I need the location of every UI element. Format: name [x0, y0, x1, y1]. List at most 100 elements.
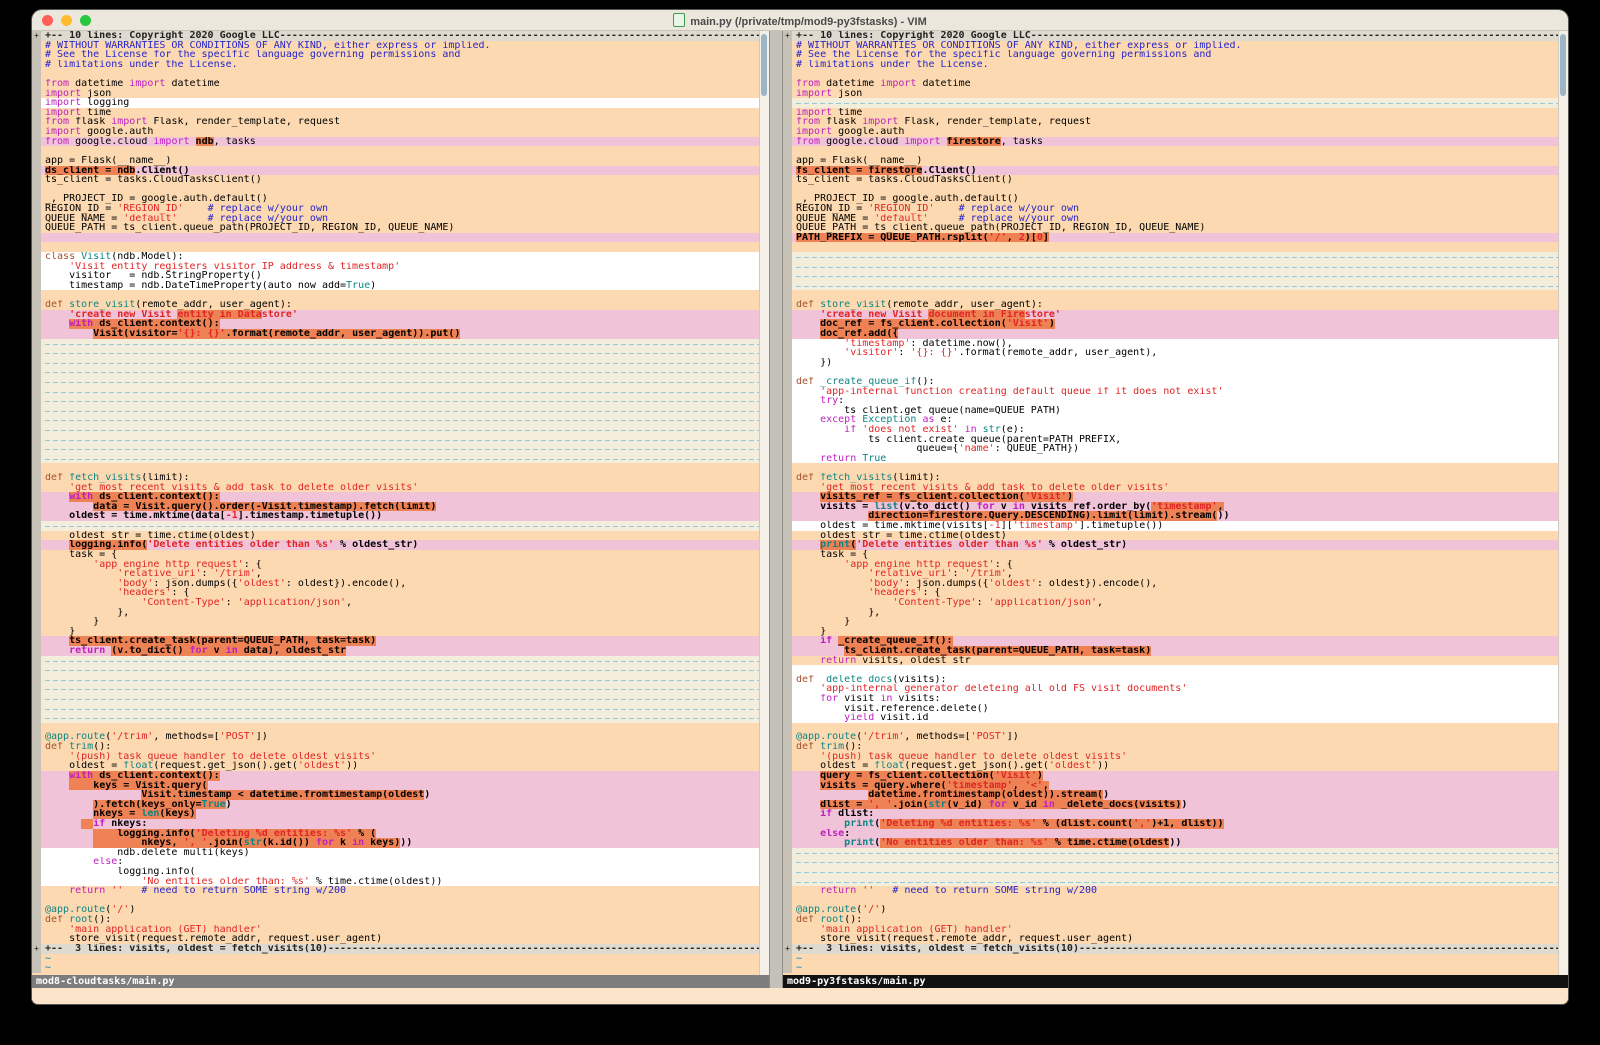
code-line[interactable]: '(push) task queue handler to delete old… [783, 752, 1558, 762]
code-line[interactable] [783, 848, 1558, 858]
code-line[interactable]: 'Content-Type': 'application/json', [783, 598, 1558, 608]
code-line[interactable] [783, 877, 1558, 887]
code-line[interactable]: QUEUE_PATH = ts_client.queue_path(PROJEC… [32, 223, 759, 233]
code-line[interactable]: if dlist: [783, 809, 1558, 819]
code-line[interactable]: def _create_queue_if(): [783, 377, 1558, 387]
code-line[interactable]: ~ [783, 963, 1558, 973]
code-line[interactable]: # See the License for the specific langu… [32, 50, 759, 60]
code-line[interactable]: with ds_client.context(): [32, 319, 759, 329]
code-line[interactable] [32, 723, 759, 733]
code-line[interactable]: 'app_engine_http_request': { [32, 560, 759, 570]
code-line[interactable]: datetime.fromtimestamp(oldest)).stream() [783, 790, 1558, 800]
code-line[interactable]: nkeys = len(keys) [32, 809, 759, 819]
code-line[interactable]: def store_visit(remote_addr, user_agent)… [783, 300, 1558, 310]
code-line[interactable]: class Visit(ndb.Model): [32, 252, 759, 262]
code-line[interactable] [32, 242, 759, 252]
code-line[interactable] [783, 98, 1558, 108]
code-line[interactable] [783, 896, 1558, 906]
code-line[interactable]: 'visitor': '{}: {}'.format(remote_addr, … [783, 348, 1558, 358]
code-line[interactable]: ts_client.get_queue(name=QUEUE_PATH) [783, 406, 1558, 416]
code-line[interactable]: import time [32, 108, 759, 118]
code-line[interactable]: @app.route('/') [783, 905, 1558, 915]
code-line[interactable]: keys = Visit.query( [32, 781, 759, 791]
code-line[interactable]: store_visit(request.remote_addr, request… [783, 934, 1558, 944]
code-line[interactable]: def root(): [32, 915, 759, 925]
code-line[interactable] [32, 713, 759, 723]
code-line[interactable]: QUEUE_PATH = ts_client.queue_path(PROJEC… [783, 223, 1558, 233]
code-line[interactable] [32, 377, 759, 387]
code-line[interactable]: # See the License for the specific langu… [783, 50, 1558, 60]
code-line[interactable]: return visits, oldest_str [783, 656, 1558, 666]
code-line[interactable] [32, 425, 759, 435]
code-line[interactable]: 'main application (GET) handler' [783, 925, 1558, 935]
code-line[interactable] [32, 233, 759, 243]
code-line[interactable]: import logging [32, 98, 759, 108]
code-line[interactable]: task = { [783, 550, 1558, 560]
code-line[interactable] [32, 896, 759, 906]
code-line[interactable]: 'body': json.dumps({'oldest': oldest}).e… [32, 579, 759, 589]
code-line[interactable]: with ds_client.context(): [32, 492, 759, 502]
code-line[interactable]: logging.info('Deleting %d entities: %s' … [32, 829, 759, 839]
code-line[interactable]: } [32, 627, 759, 637]
code-line[interactable]: print('Deleting %d entities: %s' % (dlis… [783, 819, 1558, 829]
code-line[interactable]: _, PROJECT_ID = google.auth.default() [32, 194, 759, 204]
code-line[interactable] [32, 454, 759, 464]
code-line[interactable]: def fetch_visits(limit): [32, 473, 759, 483]
code-line[interactable]: import google.auth [32, 127, 759, 137]
code-line[interactable]: ts_client.create_queue(parent=PATH_PREFI… [783, 435, 1558, 445]
code-line[interactable]: timestamp = ndb.DateTimeProperty(auto_no… [32, 281, 759, 291]
code-line[interactable]: QUEUE_NAME = 'default' # replace w/your … [32, 214, 759, 224]
code-line[interactable]: visits_ref = fs_client.collection('Visit… [783, 492, 1558, 502]
code-line[interactable]: } [783, 627, 1558, 637]
code-line[interactable]: queue={'name': QUEUE_PATH}) [783, 444, 1558, 454]
code-line[interactable] [783, 463, 1558, 473]
left-code-area[interactable]: ++-- 10 lines: Copyright 2020 Google LLC… [32, 31, 759, 975]
code-line[interactable]: }, [783, 608, 1558, 618]
code-line[interactable]: else: [783, 829, 1558, 839]
code-line[interactable]: REGION_ID = 'REGION_ID' # replace w/your… [32, 204, 759, 214]
code-line[interactable]: direction=firestore.Query.DESCENDING).li… [783, 511, 1558, 521]
code-line[interactable]: task = { [32, 550, 759, 560]
code-line[interactable]: 'No entities older than: %s' % time.ctim… [32, 877, 759, 887]
code-line[interactable] [32, 358, 759, 368]
code-line[interactable]: visit.reference.delete() [783, 704, 1558, 714]
code-line[interactable]: @app.route('/trim', methods=['POST']) [32, 732, 759, 742]
code-line[interactable]: import json [32, 89, 759, 99]
code-line[interactable]: 'app-internal generator deleteing all ol… [783, 684, 1558, 694]
code-line[interactable]: visitor = ndb.StringProperty() [32, 271, 759, 281]
code-line[interactable]: 'create new Visit entity in Datastore' [32, 310, 759, 320]
code-line[interactable]: ~ [32, 963, 759, 973]
left-scrollbar-thumb[interactable] [761, 34, 767, 96]
code-line[interactable]: 'main application (GET) handler' [32, 925, 759, 935]
code-line[interactable] [32, 339, 759, 349]
code-line[interactable]: def root(): [783, 915, 1558, 925]
code-line[interactable]: import time [783, 108, 1558, 118]
code-line[interactable]: 'get most recent visits & add task to de… [32, 483, 759, 493]
code-line[interactable]: REGION_ID = 'REGION_ID' # replace w/your… [783, 204, 1558, 214]
code-line[interactable]: _, PROJECT_ID = google.auth.default() [783, 194, 1558, 204]
code-line[interactable]: '(push) task queue handler to delete old… [32, 752, 759, 762]
code-line[interactable] [32, 396, 759, 406]
fold-line[interactable]: ++-- 10 lines: Copyright 2020 Google LLC… [783, 31, 1558, 41]
code-line[interactable]: doc_ref = fs_client.collection('Visit') [783, 319, 1558, 329]
right-scrollbar-thumb[interactable] [1560, 34, 1566, 96]
code-line[interactable]: if nkeys: [32, 819, 759, 829]
code-line[interactable] [32, 704, 759, 714]
code-line[interactable]: PATH_PREFIX = QUEUE_PATH.rsplit('/', 2)[… [783, 233, 1558, 243]
code-line[interactable]: data = Visit.query().order(-Visit.timest… [32, 502, 759, 512]
code-line[interactable] [783, 290, 1558, 300]
code-line[interactable]: ).fetch(keys_only=True) [32, 800, 759, 810]
code-line[interactable] [783, 857, 1558, 867]
code-line[interactable]: app = Flask(__name__) [783, 156, 1558, 166]
code-line[interactable]: Visit.timestamp < datetime.fromtimestamp… [32, 790, 759, 800]
code-line[interactable]: 'Visit entity registers visitor IP addre… [32, 262, 759, 272]
code-line[interactable]: 'relative_uri': '/trim', [783, 569, 1558, 579]
fold-line[interactable]: ++-- 3 lines: visits, oldest = fetch_vis… [783, 944, 1558, 954]
code-line[interactable] [32, 185, 759, 195]
code-line[interactable]: print('Delete entities older than %s' % … [783, 540, 1558, 550]
code-line[interactable] [32, 675, 759, 685]
code-line[interactable]: yield visit.id [783, 713, 1558, 723]
code-line[interactable] [32, 69, 759, 79]
code-line[interactable] [32, 387, 759, 397]
code-line[interactable]: from datetime import datetime [32, 79, 759, 89]
